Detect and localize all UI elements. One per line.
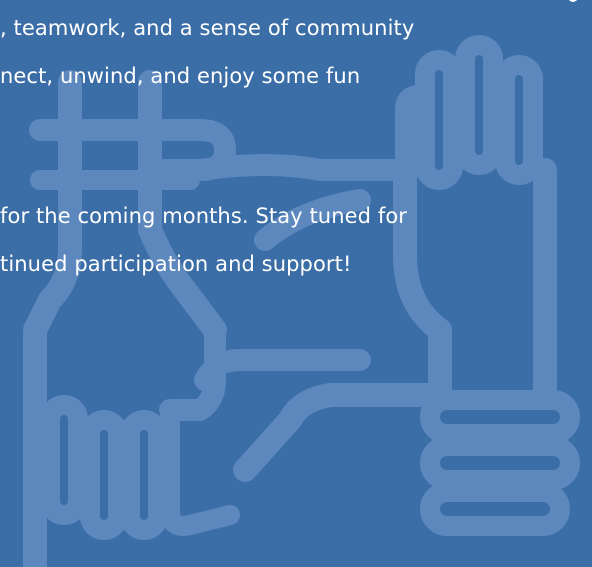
paragraph-1-line-2: nect, unwind, and enjoy some fun [0, 64, 361, 88]
paragraph-1-line-1: , teamwork, and a sense of community [0, 16, 415, 40]
paragraph-2-line-2: tinued participation and support! [0, 252, 352, 276]
announcement-panel: , teamwork, and a sense of community nec… [0, 0, 592, 567]
paragraph-2-line-1: for the coming months. Stay tuned for [0, 204, 408, 228]
